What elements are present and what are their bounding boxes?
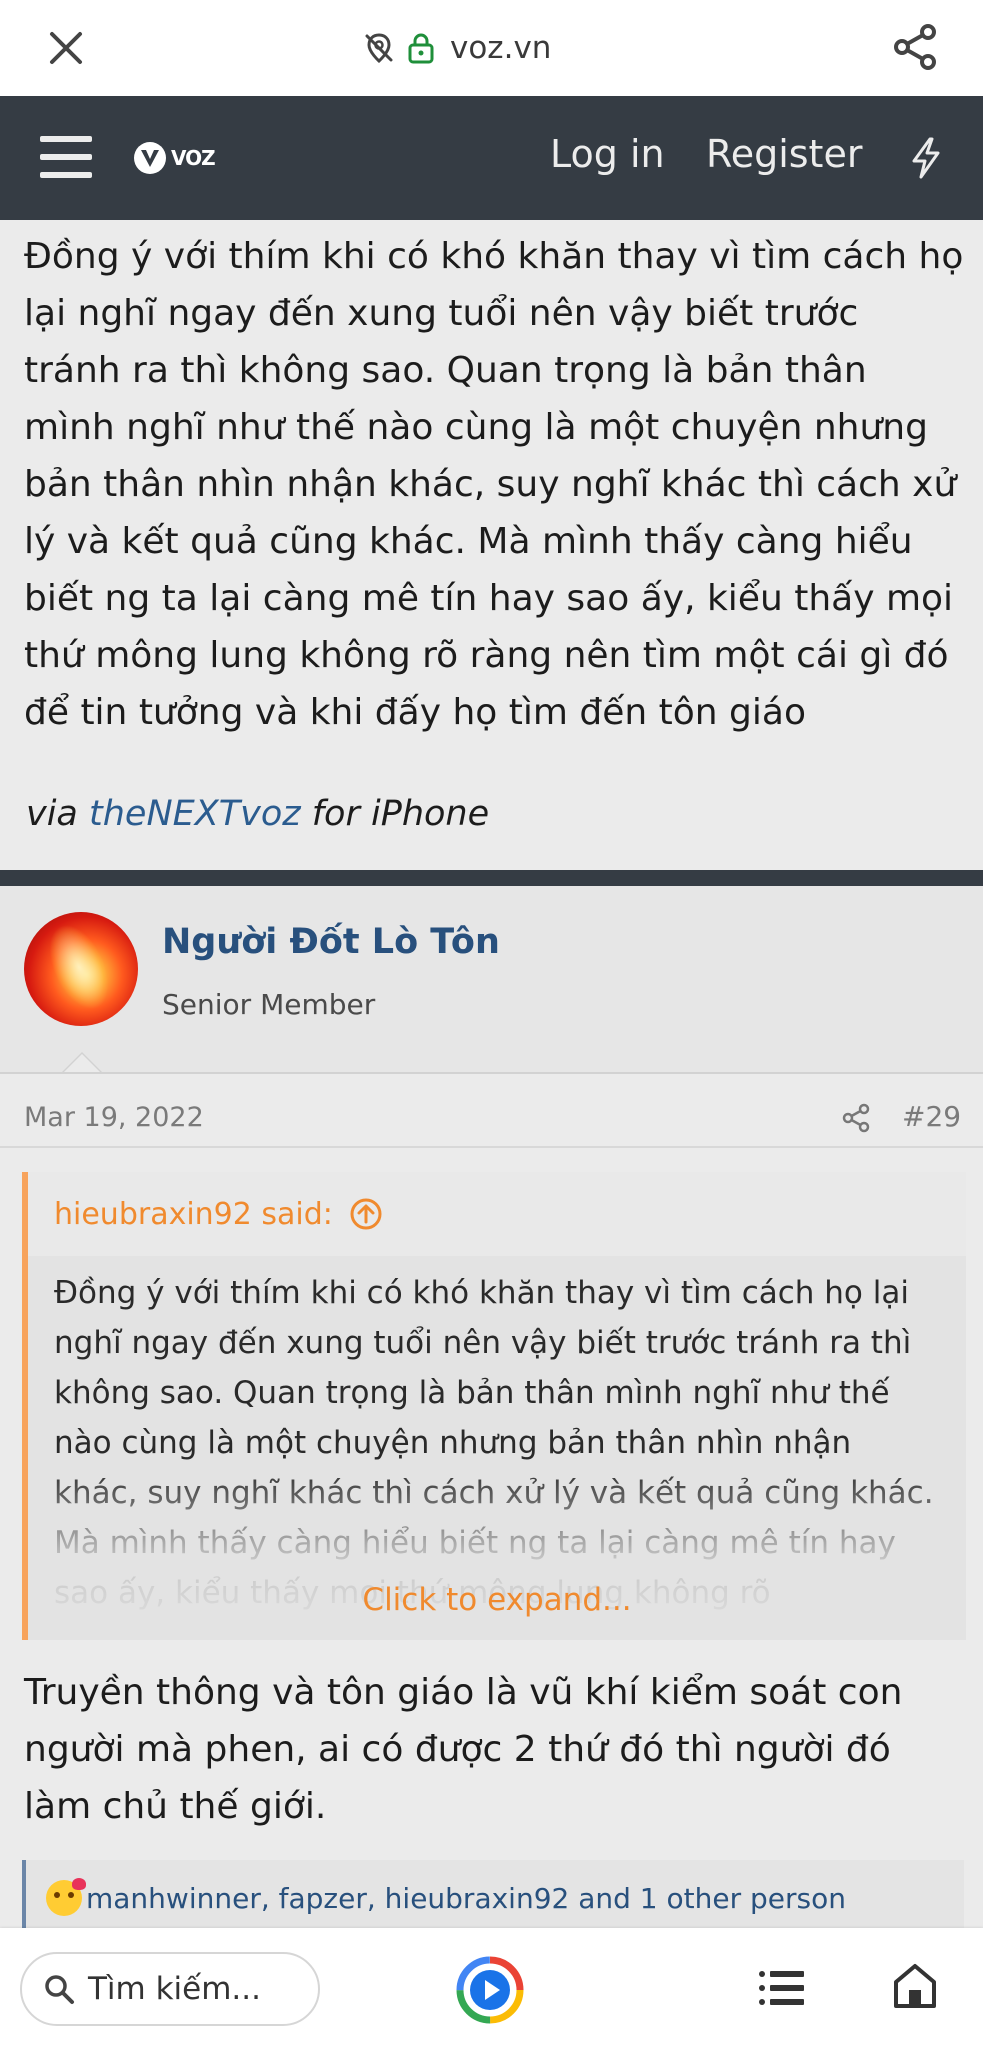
via-prefix: via — [26, 794, 90, 834]
reactions-bar[interactable]: manhwinner, fapzer, hieubraxin92 and 1 o… — [22, 1860, 964, 1936]
user-title: Senior Member — [162, 988, 376, 1021]
click-to-expand[interactable]: Click to expand... — [28, 1582, 966, 1618]
play-logo-icon[interactable] — [454, 1954, 526, 2026]
post-date[interactable]: Mar 19, 2022 — [24, 1102, 204, 1133]
post-number-link[interactable]: #29 — [902, 1100, 961, 1133]
username-link[interactable]: Người Đốt Lò Tôn — [162, 922, 500, 962]
post-divider — [0, 870, 983, 886]
avatar[interactable] — [24, 912, 138, 1026]
url-text: voz.vn — [450, 30, 552, 66]
thenextvoz-link[interactable]: theNEXTvoz — [89, 794, 301, 834]
search-icon — [45, 1975, 74, 2004]
site-logo[interactable]: VOZ — [132, 138, 216, 178]
browser-bottom-bar: Tìm kiếm... — [0, 1928, 983, 2048]
lock-icon — [408, 33, 434, 64]
register-link[interactable]: Register — [706, 132, 862, 176]
post-user-panel: Người Đốt Lò Tôn Senior Member — [0, 886, 983, 1074]
quote-author[interactable]: hieubraxin92 said: — [54, 1197, 333, 1232]
site-header: VOZ Log in Register — [0, 96, 983, 220]
tracking-off-icon — [365, 33, 393, 64]
arrow-up-circle-icon[interactable] — [349, 1197, 383, 1231]
post-meta: Mar 19, 2022 #29 — [0, 1080, 983, 1148]
list-icon[interactable] — [758, 1968, 806, 2008]
post-signature: via theNEXTvoz for iPhone — [26, 794, 489, 834]
home-icon[interactable] — [892, 1962, 938, 2010]
love-reaction-icon — [46, 1878, 86, 1916]
panel-pointer-fill — [64, 1054, 100, 1072]
address-bar[interactable]: voz.vn — [362, 24, 551, 72]
logo-text: VOZ — [171, 146, 216, 170]
browser-toolbar: voz.vn — [0, 0, 983, 96]
quote-block: hieubraxin92 said: Đồng ý với thím khi c… — [22, 1172, 966, 1640]
via-suffix: for iPhone — [300, 794, 490, 834]
close-icon[interactable] — [46, 28, 86, 68]
share-icon[interactable] — [840, 1102, 872, 1134]
voz-logo-icon — [134, 142, 166, 174]
menu-icon[interactable] — [40, 136, 92, 178]
previous-post: Đồng ý với thím khi có khó khăn thay vì … — [0, 220, 983, 870]
search-input[interactable]: Tìm kiếm... — [20, 1952, 320, 2026]
quote-header: hieubraxin92 said: — [28, 1172, 966, 1256]
reactions-list[interactable]: manhwinner, fapzer, hieubraxin92 and 1 o… — [86, 1882, 846, 1915]
whats-new-icon[interactable] — [904, 136, 948, 180]
search-placeholder: Tìm kiếm... — [88, 1971, 261, 2007]
post-body: Truyền thông và tôn giáo là vũ khí kiểm … — [24, 1672, 903, 1827]
login-link[interactable]: Log in — [550, 132, 665, 176]
previous-post-body: Đồng ý với thím khi có khó khăn thay vì … — [24, 236, 964, 733]
share-icon[interactable] — [890, 22, 940, 72]
